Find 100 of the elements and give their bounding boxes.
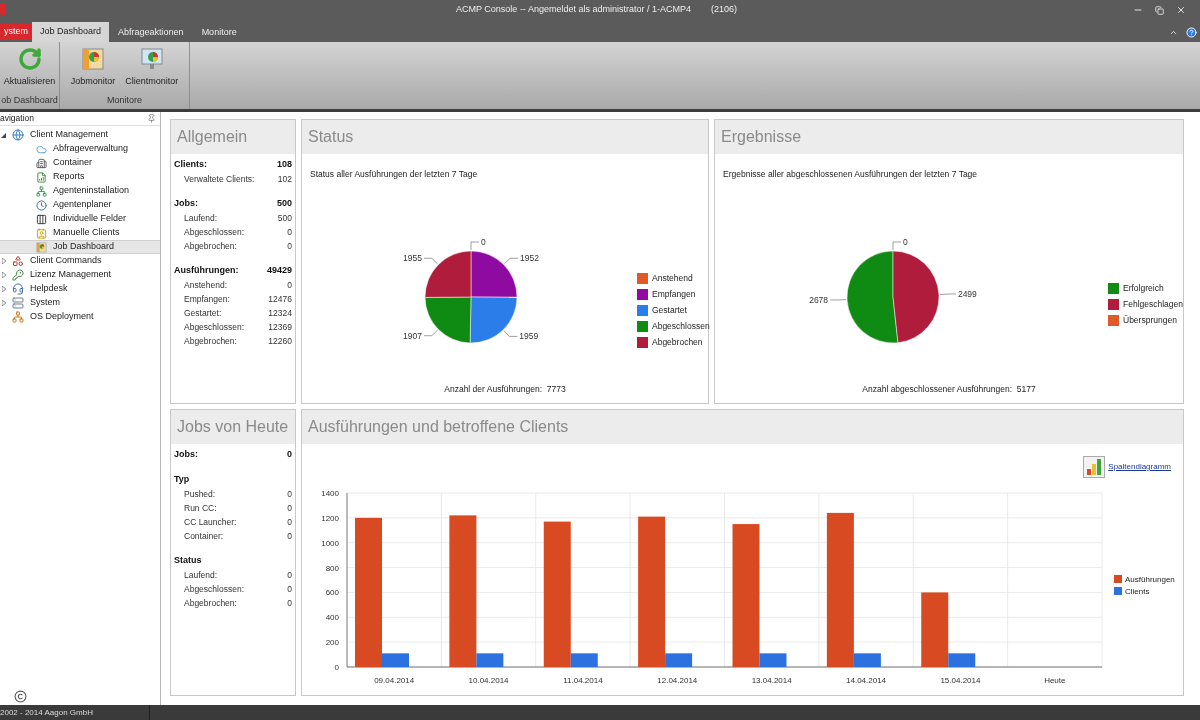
nav-item[interactable]: Lizenz Management (0, 268, 160, 282)
nav-item[interactable]: Container (0, 156, 160, 170)
stat-label: Anstehend: (184, 278, 227, 292)
stat-label: Abgebrochen: (184, 596, 237, 610)
y-tick-label: 1400 (321, 489, 339, 498)
ribbon-button[interactable]: Jobmonitor (68, 47, 118, 93)
legend-label: Clients (1125, 587, 1150, 596)
chart-total: Anzahl abgeschlossener Ausführungen: 5177 (862, 383, 1036, 396)
slice-label: 1955 (403, 253, 422, 264)
nav-item[interactable]: Manuelle Clients (0, 226, 160, 240)
section-label: Status (174, 554, 202, 568)
stat-label: Verwaltete Clients: (184, 172, 255, 186)
x-tick-label: Heute (1044, 676, 1066, 685)
stat-value: 0 (287, 568, 292, 582)
stat-value: 0 (287, 515, 292, 529)
chart-subtitle: Status aller Ausführungen der letzten 7 Tage (310, 169, 478, 179)
stat-label: Abgeschlossen: (184, 225, 244, 239)
nav-item[interactable]: Agenteninstallation (0, 184, 160, 198)
section-value: 49429 (266, 264, 292, 278)
y-tick-label: 1000 (321, 538, 339, 548)
stat-value: 0 (287, 487, 292, 501)
x-tick-label: 13.04.2014 (751, 676, 792, 685)
nav-item[interactable]: System (0, 296, 160, 310)
nav-item[interactable]: Abfrageverwaltung (0, 142, 160, 156)
section-label: Clients: (174, 158, 207, 172)
ribbon-tab[interactable]: Abfrageaktionen (109, 24, 193, 42)
stat-value: 102 (277, 172, 292, 186)
y-tick-label: 1200 (321, 513, 339, 523)
stat-value: 0 (287, 239, 292, 253)
slice-label: 1907 (403, 330, 422, 341)
chart-total: Anzahl der Ausführungen: 7773 (444, 383, 566, 396)
nav-item[interactable]: OS Deployment (0, 310, 160, 324)
stat-label: Abgeschlossen: (184, 320, 244, 334)
legend-label: Anstehend (652, 272, 693, 285)
legend-label: Empfangen (652, 288, 696, 301)
legend-label: Fehlgeschlagen (1123, 298, 1183, 311)
section-value: 0 (287, 448, 292, 462)
copyright-text: 2002 - 2014 Aagon GmbH (0, 706, 93, 719)
session-number: (2106) (710, 3, 737, 17)
y-tick-label: 600 (325, 588, 339, 598)
stat-label: Abgebrochen: (184, 334, 237, 348)
stat-value: 12476 (268, 292, 292, 306)
nav-item[interactable]: Client Management (0, 128, 160, 142)
nav-item[interactable]: Agentenplaner (0, 198, 160, 212)
stat-value: 0 (287, 596, 292, 610)
stat-label: Gestartet: (184, 306, 222, 320)
stat-value: 12324 (268, 306, 292, 320)
y-tick-label: 0 (334, 663, 339, 672)
nav-item[interactable]: Helpdesk (0, 282, 160, 296)
nav-item[interactable]: Job Dashboard (0, 240, 160, 254)
x-tick-label: 15.04.2014 (940, 676, 981, 685)
x-tick-label: 09.04.2014 (374, 676, 415, 685)
section-label: Jobs: (174, 197, 198, 211)
legend-label: Ausführungen (1125, 575, 1175, 584)
y-tick-label: 400 (325, 613, 339, 623)
ribbon-tab[interactable]: Job Dashboard (32, 22, 110, 42)
x-tick-label: 10.04.2014 (468, 676, 509, 685)
stat-label: Container: (184, 529, 224, 543)
legend-label: Übersprungen (1123, 314, 1177, 327)
stat-label: CC Launcher: (184, 515, 237, 529)
ribbon-group-label: Monitore (107, 94, 142, 108)
nav-item[interactable]: Client Commands (0, 254, 160, 268)
x-tick-label: 12.04.2014 (657, 676, 698, 685)
stat-label: Pushed: (184, 487, 216, 501)
stat-label: Laufend: (184, 211, 218, 225)
app-menu-button[interactable]: ystem (0, 24, 32, 40)
window-title: ACMP Console -- Angemeldet als administrator / 1-ACMP4 (456, 3, 691, 17)
y-tick-label: 200 (325, 638, 339, 648)
panel-title: Allgemein (177, 127, 248, 147)
panel-title: Status (308, 127, 354, 147)
slice-label: 1959 (519, 331, 539, 342)
column-chart-link[interactable]: Spaltendiagramm (1083, 455, 1171, 479)
slice-label: 0 (903, 237, 908, 247)
stat-label: Run CC: (184, 501, 217, 515)
slice-label: 2499 (957, 289, 977, 299)
ribbon-button[interactable]: Aktualisieren (1, 47, 58, 93)
nav-item[interactable]: Reports (0, 170, 160, 184)
navigation-title: avigation (0, 112, 35, 125)
stat-value: 12369 (268, 320, 292, 334)
ribbon-group-label: ob Dashboard (1, 94, 58, 108)
stat-label: Abgeschlossen: (184, 582, 244, 596)
stat-label: Abgebrochen: (184, 239, 237, 253)
ribbon-tab[interactable]: Monitore (192, 24, 246, 42)
section-value: 500 (276, 197, 292, 211)
nav-item[interactable]: Individuelle Felder (0, 212, 160, 226)
stat-value: 0 (287, 278, 292, 292)
stat-value: 0 (287, 225, 292, 239)
slice-label: 1952 (520, 253, 539, 264)
x-tick-label: 11.04.2014 (563, 676, 603, 685)
section-label: Jobs: (174, 448, 198, 462)
ribbon-button[interactable]: Clientmonitor (123, 47, 181, 93)
x-tick-label: 14.04.2014 (846, 676, 887, 685)
chart-subtitle: Ergebnisse aller abgeschlossenen Ausführungen der letzten 7 Tage (723, 169, 978, 179)
panel-title: Ausführungen und betroffene Clients (308, 417, 569, 437)
slice-label: 2678 (809, 295, 829, 305)
slice-label: 0 (481, 237, 486, 247)
stat-value: 12260 (268, 334, 292, 348)
section-label: Ausführungen: (174, 264, 239, 278)
stat-value: 0 (287, 529, 292, 543)
legend-label: Erfolgreich (1123, 282, 1164, 295)
